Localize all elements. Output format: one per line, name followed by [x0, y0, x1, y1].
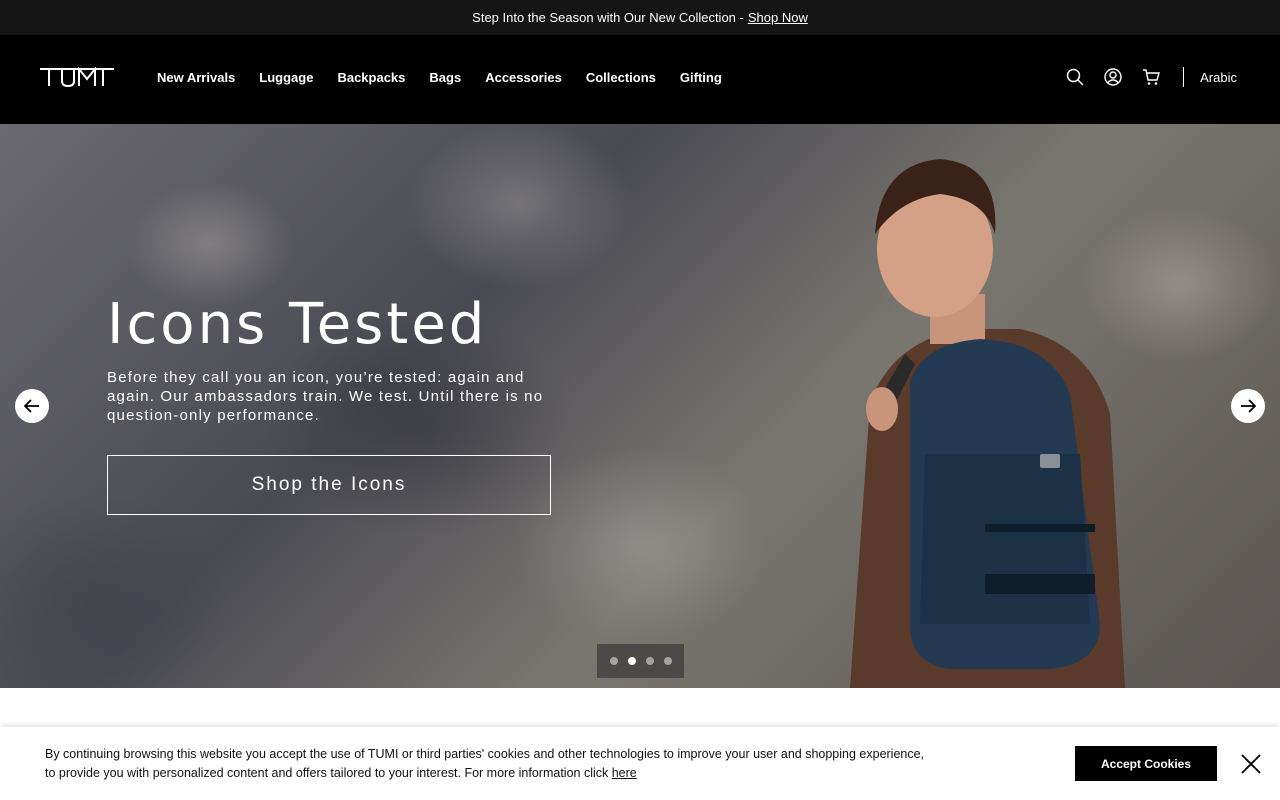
language-switch[interactable]: Arabic	[1200, 70, 1237, 85]
promo-text: Step Into the Season with Our New Collec…	[472, 10, 744, 25]
cart-icon[interactable]	[1141, 67, 1161, 87]
nav-gifting[interactable]: Gifting	[680, 70, 722, 85]
cookie-text-line1: By continuing browsing this website you …	[45, 747, 925, 761]
cookie-banner: By continuing browsing this website you …	[0, 727, 1280, 800]
cookie-message: By continuing browsing this website you …	[45, 745, 975, 783]
nav-accessories[interactable]: Accessories	[485, 70, 562, 85]
main-nav: New Arrivals Luggage Backpacks Bags Acce…	[157, 70, 746, 85]
hero-title: Icons Tested	[107, 292, 488, 357]
promo-bar: Step Into the Season with Our New Collec…	[0, 0, 1280, 35]
carousel-dot-1[interactable]	[609, 657, 618, 665]
carousel-dot-4[interactable]	[663, 657, 672, 665]
cookie-text-line2: to provide you with personalized content…	[45, 766, 609, 780]
carousel-dot-3[interactable]	[645, 657, 654, 665]
nav-backpacks[interactable]: Backpacks	[337, 70, 405, 85]
cookie-here-link[interactable]: here	[612, 766, 637, 780]
nav-new-arrivals[interactable]: New Arrivals	[157, 70, 235, 85]
arrow-right-icon	[1241, 399, 1257, 413]
tumi-logo[interactable]	[40, 66, 114, 88]
nav-luggage[interactable]: Luggage	[259, 70, 313, 85]
carousel-prev-button[interactable]	[15, 389, 49, 423]
carousel-next-button[interactable]	[1231, 389, 1265, 423]
hero-model-image	[850, 159, 1125, 688]
promo-shop-now-link[interactable]: Shop Now	[748, 10, 808, 25]
hero-carousel: Icons Tested Before they call you an ico…	[0, 124, 1280, 688]
hero-subtitle: Before they call you an icon, you’re tes…	[107, 369, 544, 424]
header-divider	[1183, 67, 1185, 87]
shop-the-icons-button[interactable]: Shop the Icons	[107, 455, 551, 515]
carousel-dots	[597, 644, 684, 678]
close-icon[interactable]	[1240, 753, 1262, 775]
account-icon[interactable]	[1103, 67, 1123, 87]
nav-bags[interactable]: Bags	[429, 70, 461, 85]
arrow-left-icon	[23, 399, 39, 413]
search-icon[interactable]	[1065, 67, 1085, 87]
nav-collections[interactable]: Collections	[586, 70, 656, 85]
carousel-dot-2[interactable]	[627, 657, 636, 665]
site-header: New Arrivals Luggage Backpacks Bags Acce…	[0, 35, 1280, 124]
accept-cookies-button[interactable]: Accept Cookies	[1075, 746, 1217, 781]
header-utilities: Arabic	[1047, 63, 1237, 91]
